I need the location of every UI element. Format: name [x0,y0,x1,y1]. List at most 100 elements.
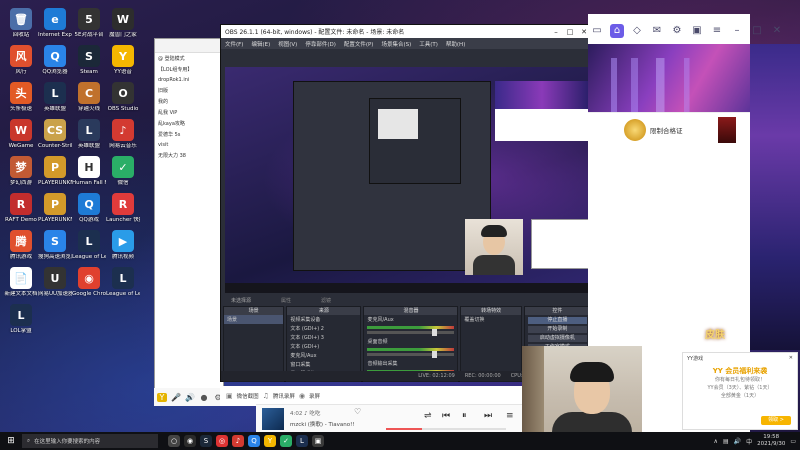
control-button[interactable]: 开始录制 [527,326,587,333]
desktop-icon[interactable]: L 英雄联盟 [38,82,72,113]
desktop-icon[interactable]: Q QQ浏览器 [38,45,72,76]
desktop-icon[interactable]: W 魔兽门之家 [106,8,140,39]
source-item[interactable]: 窗口采集 [287,360,360,369]
gift-icon[interactable]: ▣ [690,24,704,38]
message-icon[interactable]: ✉ [650,24,664,38]
desktop-icon[interactable]: Q QQ游戏 [72,193,106,224]
desktop-icon[interactable]: ▶ 腾讯视频 [106,230,140,261]
obs-menu-item[interactable]: 帮助(H) [442,40,469,48]
network-icon[interactable]: ▤ [723,438,729,445]
desktop-icon[interactable]: R RAFT Demo [4,193,38,224]
maximize-icon[interactable]: □ [563,28,577,36]
file-tree-item[interactable]: 无限大力 38 [155,150,223,161]
util-item[interactable]: 录屏 [309,392,320,400]
source-item[interactable]: 麦克风/Aux [287,351,360,360]
obs-menu-item[interactable]: 编辑(E) [247,40,274,48]
desktop-icon[interactable]: 📄 新建文本文档 [4,267,38,298]
file-tree-item[interactable]: @ 登陆模式 [155,53,223,64]
desktop-icon[interactable]: ♪ 网易云音乐 [106,119,140,150]
mic-icon[interactable]: 🎤 [171,393,181,402]
desktop-icon[interactable]: 5 5E对战平台 [72,8,106,39]
clock[interactable]: 19:58 2021/9/30 [757,434,785,448]
screenshot-icon[interactable]: ▣ [226,392,233,400]
close-icon[interactable]: ✕ [770,24,784,38]
windows-start-icon[interactable]: ⊞ [0,436,22,446]
minimize-icon[interactable]: – [549,28,563,36]
obs-menu-item[interactable]: 配置文件(P) [340,40,378,48]
obs-menu-item[interactable]: 视图(V) [274,40,301,48]
desktop-icon[interactable]: 梦梦幻西游 [4,156,38,187]
ime-icon[interactable]: 中 [746,437,752,446]
wechat-taskbar-icon[interactable]: ✓ [280,435,292,447]
desktop-icon[interactable]: 头头条极速 [4,82,38,113]
file-tree-item[interactable]: dropRok1.ini [155,75,223,85]
desktop-icon[interactable]: 腾腾讯游戏 [4,230,38,261]
obs-menu-item[interactable]: 场景集合(S) [377,40,415,48]
home-icon[interactable]: ⌂ [610,24,624,38]
tag-icon[interactable]: ◇ [630,24,644,38]
source-item[interactable]: 文本 (GDI+) 3 [287,333,360,342]
desktop-icon[interactable]: P PLAYERUNKN... BATTLEGR... [38,193,72,224]
desktop-icon[interactable]: ✓ 微信 [106,156,140,187]
file-tree-item[interactable]: 我的 [155,96,223,107]
desktop-icon[interactable]: W WeGame [4,119,38,150]
music-progress[interactable] [386,428,506,430]
close-icon[interactable]: ✕ [789,355,793,361]
app-taskbar-icon[interactable]: ▣ [312,435,324,447]
desktop-icon[interactable]: e Internet Explorer [38,8,72,39]
desktop-icon[interactable]: L League of Legends [72,230,106,261]
desktop-icon[interactable]: P PLAYERUNKN... BATTLEGR... [38,156,72,187]
file-tree-item[interactable]: 乱kaya攻略 [155,118,223,129]
obs-menu-item[interactable]: 工具(T) [415,40,442,48]
volume-icon[interactable]: 🔊 [734,438,741,445]
obs-taskbar-icon[interactable]: ◉ [184,435,196,447]
source-item[interactable]: 文本 (GDI+) 2 [287,324,360,333]
record-icon[interactable]: ◉ [299,392,305,400]
source-item[interactable]: 视频采集设备 [287,315,360,324]
desktop-icon[interactable]: R Launcher 快捷方式 [106,193,140,224]
desktop-icon[interactable]: 🗑 回收站 [4,8,38,39]
file-tree-item[interactable]: 乱我 ViP [155,107,223,118]
chrome-taskbar-icon[interactable]: ◎ [216,435,228,447]
obs-menu-item[interactable]: 文件(F) [221,40,247,48]
yy-taskbar-icon[interactable]: Y [264,435,276,447]
previous-icon[interactable]: ⏮ [442,411,450,421]
control-button[interactable]: 停止直播 [527,317,587,324]
transition-select[interactable]: 覆盖切换 [461,315,520,324]
pause-icon[interactable]: ⏸ [462,411,467,421]
camera-icon[interactable]: ● [199,393,209,402]
scene-item[interactable]: 场景 [224,315,284,324]
desktop-icon[interactable]: CS Counter-Strike Global Off... [38,119,72,150]
speaker-icon[interactable]: 🔊 [185,393,195,402]
file-tree-item[interactable]: 旧版 [155,85,223,96]
obs-menu-item[interactable]: 停靠部件(D) [301,40,340,48]
yy-promo-bar[interactable]: 限制合格证 [588,112,750,148]
music-note-icon[interactable]: ♫ [263,392,269,400]
browser-taskbar-icon[interactable]: Q [248,435,260,447]
util-item[interactable]: 腾讯录屏 [273,392,295,400]
desktop-icon[interactable]: S 搜狗高速浏览器 [38,230,72,261]
volume-slider[interactable] [367,329,455,336]
notification-icon[interactable]: ▭ [790,438,796,445]
file-tree-item[interactable]: visit [155,140,223,150]
maximize-icon[interactable]: □ [750,24,764,38]
desktop-icon[interactable]: L 英雄联盟 [72,119,106,150]
desktop-icon[interactable]: 风风行 [4,45,38,76]
netease-music-taskbar-icon[interactable]: ♪ [232,435,244,447]
yy-logo-icon[interactable]: Y [157,392,167,402]
chevron-up-icon[interactable]: ∧ [714,438,718,445]
claim-button[interactable]: 领取 > [761,416,791,425]
heart-icon[interactable]: ♡ [354,407,361,416]
next-icon[interactable]: ⏭ [484,411,492,421]
settings-icon[interactable]: ⚙ [670,24,684,38]
desktop-icon[interactable]: L League of Legends [106,267,140,298]
file-tree-item[interactable]: 【LOL组专用】 [155,64,223,75]
obs-preview[interactable] [225,67,589,293]
playlist-icon[interactable]: ≡ [506,411,514,421]
desktop-icon[interactable]: S Steam [72,45,106,76]
taskbar-search[interactable]: ⌕ 在这里输入你要搜索的内容 [22,434,158,448]
control-button[interactable]: 启动虚拟摄像机 [527,335,587,342]
volume-slider[interactable] [367,351,455,358]
file-tree-item[interactable]: 爱德华 5s [155,129,223,140]
desktop-icon[interactable]: H Human Fall Flat [72,156,106,187]
